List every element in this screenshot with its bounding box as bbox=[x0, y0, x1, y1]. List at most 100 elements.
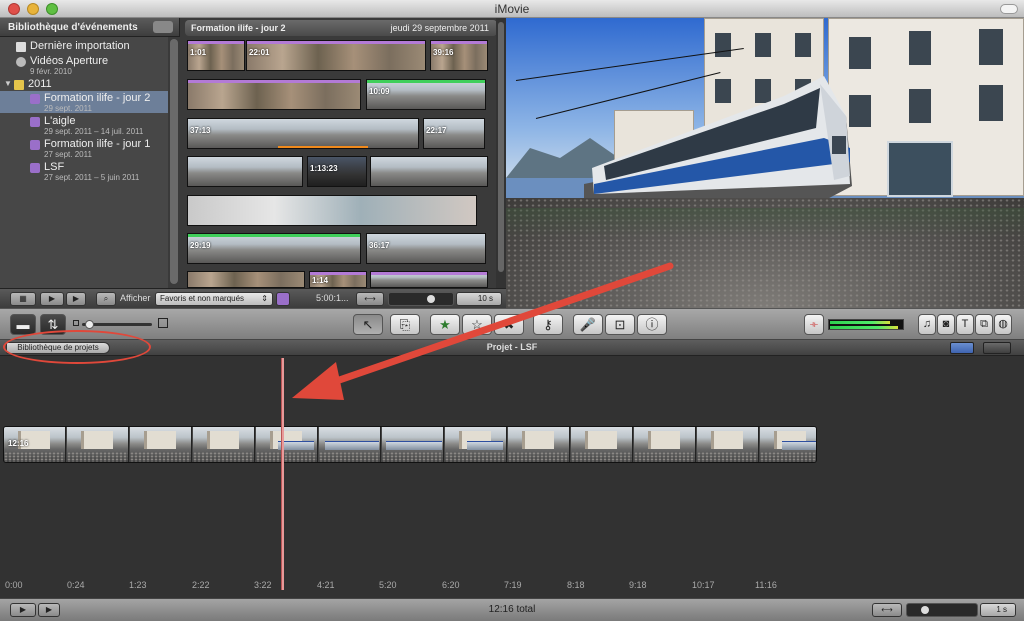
camera-import-button[interactable]: ▬ bbox=[10, 314, 36, 335]
audio-skimming-button[interactable]: ⟛ bbox=[804, 314, 824, 335]
project-thumb-toggle[interactable]: ⟷ bbox=[872, 603, 902, 617]
ruler-label: 7:19 bbox=[504, 580, 522, 590]
event-library-title: Bibliothèque d'événements bbox=[8, 22, 138, 33]
minimize-button[interactable] bbox=[27, 3, 39, 15]
photo-browser-button[interactable]: ◙ bbox=[937, 314, 955, 335]
add-to-project-button[interactable]: ⎘ bbox=[390, 314, 420, 335]
disclosure-triangle-icon[interactable]: ▼ bbox=[4, 79, 12, 88]
event-clip[interactable]: 1:14 bbox=[309, 271, 367, 288]
event-clip[interactable] bbox=[187, 79, 361, 110]
inspector-button[interactable]: ⓘ bbox=[637, 314, 667, 335]
zoom-value[interactable]: 10 s bbox=[456, 292, 502, 306]
clip-size-slider[interactable] bbox=[82, 320, 152, 329]
event-clip[interactable] bbox=[187, 195, 477, 226]
map-browser-button[interactable]: ◍ bbox=[994, 314, 1012, 335]
unmark-star-button[interactable]: ☆ bbox=[462, 314, 492, 335]
event-clip[interactable]: 36:17 bbox=[366, 233, 486, 264]
sidebar-item-last-import[interactable]: Dernière importation bbox=[0, 39, 168, 53]
sidebar-item-formation-jour-1[interactable]: Formation ilife - jour 1 27 sept. 2011 bbox=[0, 137, 168, 159]
event-library-header: Bibliothèque d'événements bbox=[0, 18, 179, 37]
play-event-button[interactable]: ▶ bbox=[40, 292, 64, 306]
folder-icon bbox=[14, 80, 24, 90]
window-title: iMovie bbox=[494, 2, 530, 16]
event-clip[interactable]: 1:01 bbox=[187, 40, 245, 71]
keyword-filter-button[interactable] bbox=[276, 292, 290, 306]
event-clip[interactable] bbox=[370, 156, 488, 187]
slider-knob[interactable] bbox=[85, 320, 94, 329]
show-label: Afficher bbox=[120, 293, 151, 303]
transition-browser-button[interactable]: ⧉ bbox=[975, 314, 993, 335]
close-button[interactable] bbox=[8, 3, 20, 15]
event-browser: Formation ilife - jour 2 jeudi 29 septem… bbox=[180, 18, 506, 288]
event-clip[interactable]: 37:13 bbox=[187, 118, 419, 149]
sidebar-item-aperture-videos[interactable]: Vidéos Aperture 9 févr. 2010 bbox=[0, 54, 168, 78]
zoom-button[interactable] bbox=[46, 3, 58, 15]
voiceover-button[interactable]: 🎤 bbox=[573, 314, 603, 335]
event-clip[interactable]: 1:13:23 bbox=[307, 156, 367, 187]
ruler-label: 11:16 bbox=[755, 580, 777, 590]
project-timeline[interactable]: 12:16 0:00 0:24 1:23 2:22 3:22 4:21 5:20… bbox=[0, 356, 1024, 598]
slider-knob[interactable] bbox=[921, 606, 929, 614]
event-clip[interactable]: 29:19 bbox=[187, 233, 361, 264]
event-library: Bibliothèque d'événements Dernière impor… bbox=[0, 18, 180, 288]
show-camera-button[interactable] bbox=[153, 21, 173, 33]
event-browser-header: Formation ilife - jour 2 jeudi 29 septem… bbox=[185, 20, 497, 36]
scrollbar-thumb[interactable] bbox=[498, 22, 504, 272]
tram-image bbox=[584, 76, 852, 206]
video-viewer bbox=[506, 18, 1024, 308]
show-event-list-button[interactable]: ▦ bbox=[10, 292, 36, 306]
annotation-ellipse bbox=[3, 330, 151, 364]
slider-knob[interactable] bbox=[427, 295, 435, 303]
project-view-toggle[interactable] bbox=[950, 342, 974, 354]
project-title: Projet - LSF bbox=[486, 342, 538, 352]
play-from-start-button[interactable]: ▶ bbox=[66, 292, 86, 306]
ruler-label: 0:00 bbox=[5, 580, 23, 590]
title-browser-button[interactable]: T bbox=[956, 314, 974, 335]
event-clip[interactable]: 10:09 bbox=[366, 79, 486, 110]
keyword-tool-button[interactable]: ⚷ bbox=[533, 314, 563, 335]
scrollbar-thumb[interactable] bbox=[170, 39, 178, 284]
bottom-bar: ▶ ▶ 12:16 total ⟷ 1 s bbox=[0, 598, 1024, 621]
filter-select[interactable]: Favoris et non marqués ⇕ bbox=[155, 292, 273, 306]
sidebar-item-laigle[interactable]: L'aigle 29 sept. 2011 – 14 juil. 2011 bbox=[0, 114, 168, 136]
event-star-icon bbox=[30, 163, 40, 173]
ruler-label: 10:17 bbox=[692, 580, 715, 590]
ruler-label: 5:20 bbox=[379, 580, 397, 590]
ruler-label: 4:21 bbox=[317, 580, 335, 590]
event-library-scrollbar[interactable] bbox=[168, 37, 180, 288]
crop-button[interactable]: ⊡ bbox=[605, 314, 635, 335]
toolbar-toggle-button[interactable] bbox=[1000, 4, 1018, 14]
sidebar-item-year-2011[interactable]: ▼ 2011 bbox=[0, 77, 168, 91]
select-arrow-button[interactable]: ↖ bbox=[353, 314, 383, 335]
event-clip[interactable]: 22:17 bbox=[423, 118, 485, 149]
event-browser-scrollbar[interactable] bbox=[496, 18, 506, 288]
favorite-star-button[interactable]: ★ bbox=[430, 314, 460, 335]
event-star-icon bbox=[30, 94, 40, 104]
music-browser-button[interactable]: ♫ bbox=[918, 314, 936, 335]
project-bar: Bibliothèque de projets Projet - LSF bbox=[0, 340, 1024, 356]
event-date: jeudi 29 septembre 2011 bbox=[390, 23, 489, 33]
event-clip[interactable] bbox=[187, 271, 305, 288]
ruler-label: 3:22 bbox=[254, 580, 272, 590]
search-icon[interactable]: ⌕ bbox=[96, 292, 116, 306]
event-toolbar: ▦ ▶ ▶ ⌕ Afficher Favoris et non marqués ⇕… bbox=[0, 288, 506, 308]
thumbnail-size-slider[interactable] bbox=[388, 292, 454, 306]
event-clip[interactable]: 39:16 bbox=[430, 40, 488, 71]
theme-button[interactable] bbox=[983, 342, 1011, 354]
event-clip[interactable] bbox=[187, 156, 303, 187]
event-clip[interactable]: 22:01 bbox=[246, 40, 426, 71]
project-clip[interactable]: 12:16 bbox=[3, 426, 817, 463]
select-arrow-icon: ⇕ bbox=[261, 294, 268, 303]
aperture-icon bbox=[16, 57, 26, 67]
event-clip[interactable] bbox=[370, 271, 488, 288]
sidebar-item-formation-jour-2[interactable]: Formation ilife - jour 2 29 sept. 2011 bbox=[0, 91, 168, 113]
project-zoom-value[interactable]: 1 s bbox=[980, 603, 1016, 617]
large-thumb-icon bbox=[158, 318, 168, 328]
sidebar-item-lsf[interactable]: LSF 27 sept. 2011 – 5 juin 2011 bbox=[0, 160, 168, 182]
project-zoom-slider[interactable] bbox=[906, 603, 978, 617]
project-total-duration: 12:16 total bbox=[488, 604, 536, 615]
reject-button[interactable]: ✖ bbox=[494, 314, 524, 335]
ruler-label: 8:18 bbox=[567, 580, 585, 590]
playhead[interactable] bbox=[281, 358, 284, 590]
thumbnail-toggle-button[interactable]: ⟷ bbox=[356, 292, 384, 306]
